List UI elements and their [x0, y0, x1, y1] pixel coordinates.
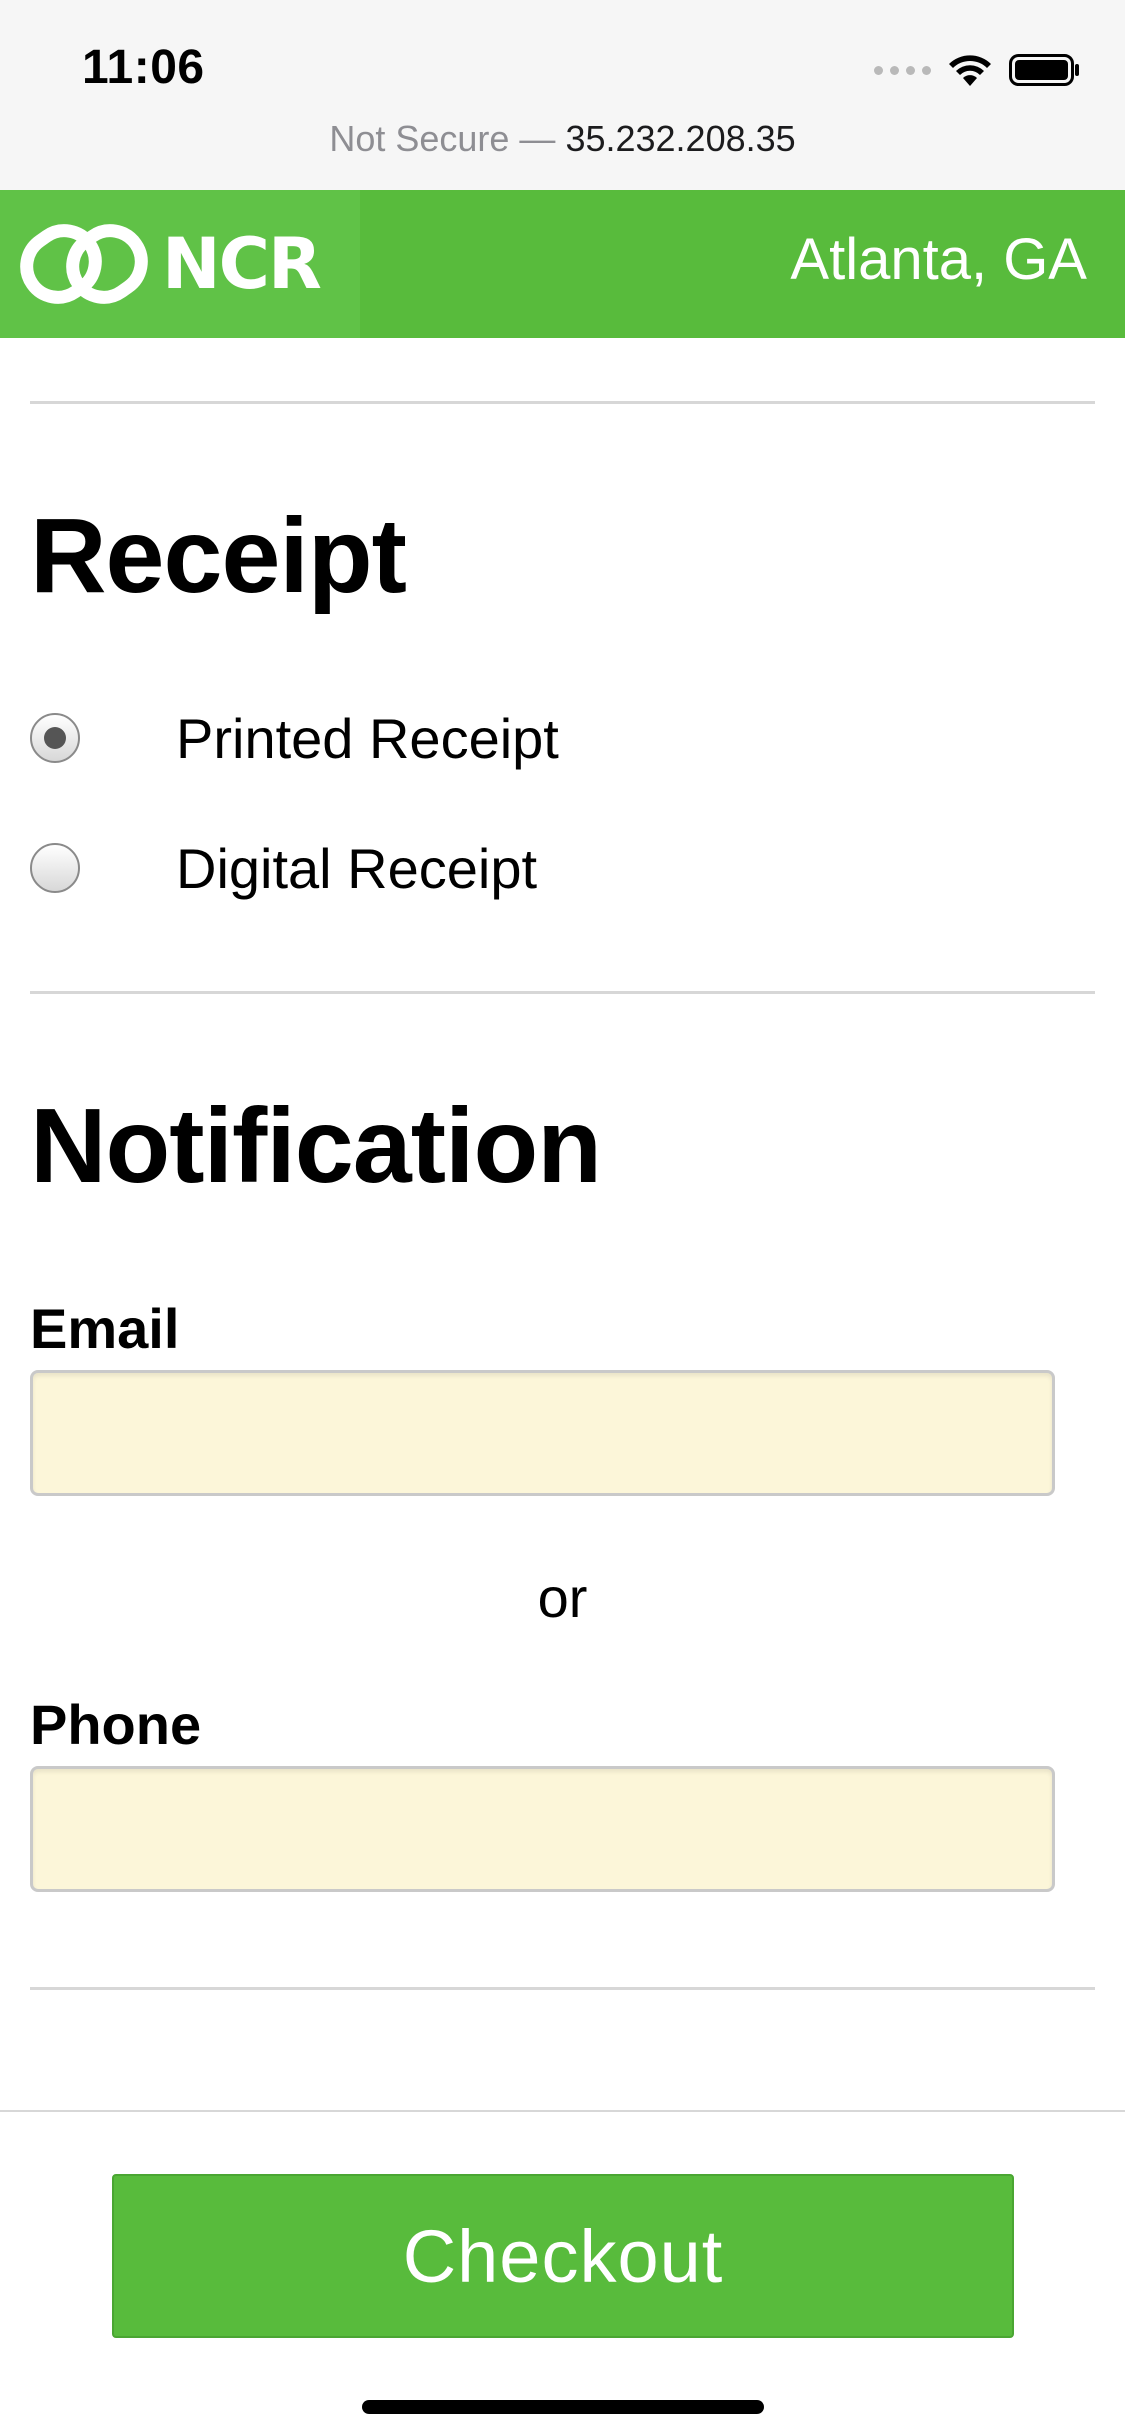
- ncr-logo[interactable]: NCR: [0, 190, 360, 338]
- app-header: NCR Atlanta, GA: [0, 190, 1125, 338]
- footer-divider: [0, 2110, 1125, 2112]
- divider: [30, 991, 1095, 994]
- radio-button[interactable]: [30, 843, 80, 893]
- status-bar: 11:06 Not Secure — 35.232.208.35: [0, 0, 1125, 190]
- battery-icon: [1009, 54, 1079, 86]
- email-label: Email: [30, 1297, 180, 1360]
- radio-label: Digital Receipt: [176, 836, 538, 900]
- divider: [30, 1987, 1095, 1990]
- wifi-icon: [949, 55, 991, 86]
- radio-digital-receipt[interactable]: Digital Receipt: [30, 828, 537, 908]
- logo-text: NCR: [162, 223, 322, 305]
- radio-button-selected[interactable]: [30, 713, 80, 763]
- notification-title: Notification: [30, 1087, 602, 1205]
- ncr-logo-icon: [20, 224, 148, 304]
- checkout-button[interactable]: Checkout: [112, 2174, 1014, 2338]
- url-host: 35.232.208.35: [565, 118, 796, 159]
- phone-field[interactable]: [30, 1766, 1055, 1892]
- radio-printed-receipt[interactable]: Printed Receipt: [30, 698, 559, 778]
- location-label: Atlanta, GA: [790, 227, 1087, 292]
- divider: [30, 401, 1095, 404]
- security-label: Not Secure —: [329, 118, 556, 159]
- home-indicator[interactable]: [362, 2400, 764, 2414]
- cellular-signal-icon: [874, 65, 931, 75]
- status-icons: [874, 50, 1081, 90]
- radio-label: Printed Receipt: [176, 706, 559, 770]
- status-time: 11:06: [82, 41, 205, 94]
- phone-label: Phone: [30, 1693, 202, 1756]
- or-separator: or: [537, 1566, 588, 1629]
- receipt-title: Receipt: [30, 497, 407, 615]
- email-field[interactable]: [30, 1370, 1055, 1496]
- url-bar[interactable]: Not Secure — 35.232.208.35: [0, 118, 1125, 160]
